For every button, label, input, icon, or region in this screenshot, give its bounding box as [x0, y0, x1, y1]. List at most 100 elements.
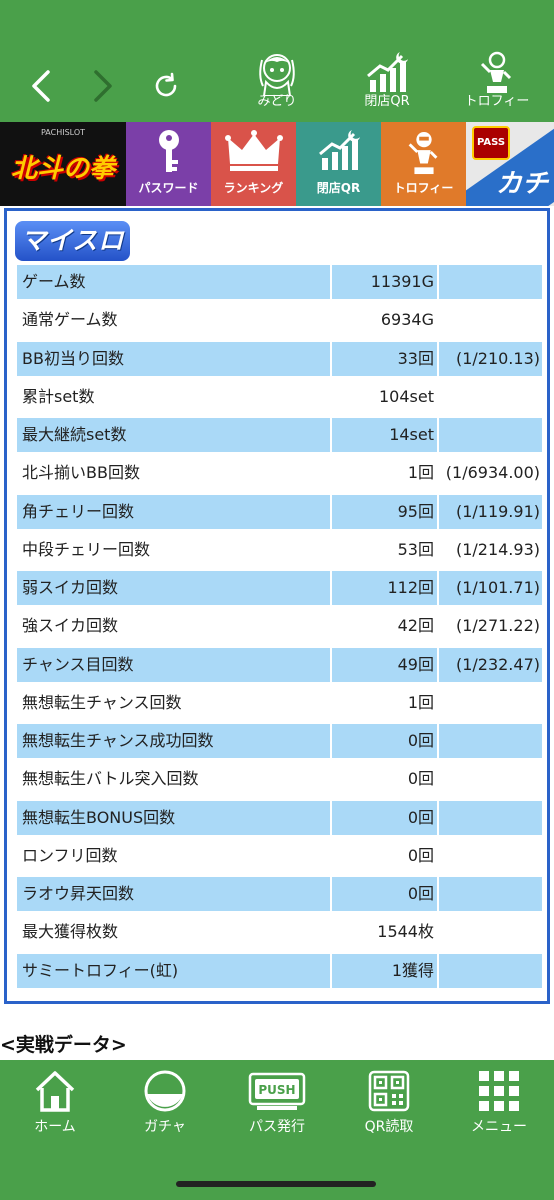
row-label: 無想転生BONUS回数 — [17, 800, 330, 835]
row-value: 104set — [332, 379, 437, 414]
tab-home-label: ホーム — [34, 1119, 76, 1135]
table-row: 累計set数 104set — [17, 379, 543, 414]
row-label: 強スイカ回数 — [17, 609, 330, 644]
hokuto-logo-banner[interactable]: PACHISLOT 北斗の拳 — [0, 122, 126, 206]
row-label: 最大獲得枚数 — [17, 915, 330, 950]
tab-pass-issue-label: パス発行 — [249, 1119, 305, 1135]
push-badge-text: PUSH — [258, 1083, 295, 1097]
top-navigation-bar: みどり 閉店QR トロフィー — [0, 0, 554, 122]
chart-up-icon — [367, 52, 408, 92]
category-ranking[interactable]: ランキング — [211, 122, 296, 206]
row-rate — [439, 800, 542, 835]
table-row: 弱スイカ回数 112回 (1/101.71) — [17, 571, 543, 605]
row-rate — [439, 762, 542, 797]
row-value: 53回 — [332, 532, 437, 567]
closing-qr-button[interactable]: 閉店QR — [342, 50, 432, 120]
row-label: サミートロフィー(虹) — [17, 953, 330, 988]
tab-gacha-label: ガチャ — [144, 1119, 186, 1135]
table-row: 最大継続set数 14set — [17, 418, 543, 452]
row-rate: (1/119.91) — [439, 494, 542, 529]
midori-button[interactable]: みどり — [232, 50, 322, 120]
key-icon — [158, 130, 179, 172]
category-password[interactable]: パスワード — [126, 122, 211, 206]
row-value: 0回 — [332, 800, 437, 835]
midori-icon — [259, 54, 295, 96]
row-rate: (1/232.47) — [439, 647, 542, 682]
midori-label: みどり — [257, 94, 297, 109]
back-arrow-icon[interactable] — [22, 62, 62, 110]
forward-arrow-icon[interactable] — [82, 62, 122, 110]
tab-menu[interactable]: メニュー — [449, 1068, 549, 1138]
table-row: ラオウ昇天回数 0回 — [17, 877, 543, 911]
row-value: 11391G — [332, 265, 437, 299]
closing-qr-label: 閉店QR — [364, 94, 410, 109]
row-value: 0回 — [332, 877, 437, 911]
category-closing-qr-label: 閉店QR — [316, 181, 361, 195]
row-rate — [439, 303, 542, 338]
bottom-tab-bar: ホーム ガチャ PUSH パス発行 QR読取 メニュー — [0, 1060, 554, 1200]
play-data-table: ゲーム数 11391G 通常ゲーム数 6934G BB初当り回数 33回 (1/210.13… — [17, 265, 543, 992]
row-label: 弱スイカ回数 — [17, 571, 330, 605]
row-value: 42回 — [332, 609, 437, 644]
tab-gacha[interactable]: ガチャ — [115, 1068, 215, 1138]
row-label: 中段チェリー回数 — [17, 532, 330, 567]
category-trophy[interactable]: トロフィー — [381, 122, 466, 206]
row-value: 1回 — [332, 685, 437, 720]
reload-icon[interactable] — [146, 62, 186, 110]
row-rate: (1/6934.00) — [439, 456, 542, 491]
trophy-figure-icon — [480, 51, 512, 93]
push-button-icon: PUSH — [248, 1072, 306, 1110]
kachi-text: カチ — [495, 169, 548, 199]
table-row: 無想転生チャンス回数 1回 — [17, 685, 543, 720]
tab-qr-read-label: QR読取 — [364, 1119, 414, 1135]
row-rate — [439, 379, 542, 414]
row-value: 112回 — [332, 571, 437, 605]
table-row: BB初当り回数 33回 (1/210.13) — [17, 341, 543, 376]
row-rate — [439, 418, 542, 452]
row-value: 1544枚 — [332, 915, 437, 950]
category-closing-qr[interactable]: 閉店QR — [296, 122, 381, 206]
table-row: 無想転生バトル突入回数 0回 — [17, 762, 543, 797]
row-label: 最大継続set数 — [17, 418, 330, 452]
row-rate: (1/214.93) — [439, 532, 542, 567]
kachi-pass-banner[interactable]: PASS カチ — [466, 122, 554, 206]
row-rate — [439, 877, 542, 911]
row-label: ゲーム数 — [17, 265, 330, 299]
capsule-icon — [144, 1070, 186, 1112]
crown-icon — [224, 130, 283, 171]
row-label: 通常ゲーム数 — [17, 303, 330, 338]
content-area: マイスロ ゲーム数 11391G 通常ゲーム数 6934G BB初当り回数 33回 (1/2… — [0, 206, 554, 1060]
tab-pass-issue[interactable]: PUSH パス発行 — [227, 1068, 327, 1138]
row-rate — [439, 724, 542, 758]
table-row: 角チェリー回数 95回 (1/119.91) — [17, 494, 543, 529]
row-label: 無想転生バトル突入回数 — [17, 762, 330, 797]
grid-menu-icon — [479, 1071, 519, 1111]
chart-up-icon — [318, 130, 360, 170]
row-rate: (1/101.71) — [439, 571, 542, 605]
row-rate — [439, 838, 542, 873]
tab-menu-label: メニュー — [471, 1119, 527, 1135]
row-value: 0回 — [332, 724, 437, 758]
row-label: 北斗揃いBB回数 — [17, 456, 330, 491]
row-label: 無想転生チャンス回数 — [17, 685, 330, 720]
category-password-label: パスワード — [138, 181, 199, 195]
table-row: 通常ゲーム数 6934G — [17, 303, 543, 338]
tab-home[interactable]: ホーム — [5, 1068, 105, 1138]
table-row: 北斗揃いBB回数 1回 (1/6934.00) — [17, 456, 543, 491]
table-row: 強スイカ回数 42回 (1/271.22) — [17, 609, 543, 644]
tab-qr-read[interactable]: QR読取 — [339, 1068, 439, 1138]
home-icon — [35, 1071, 75, 1112]
table-row: サミートロフィー(虹) 1獲得 — [17, 953, 543, 988]
row-rate — [439, 685, 542, 720]
row-label: 累計set数 — [17, 379, 330, 414]
trophy-figure-icon — [408, 131, 437, 175]
row-rate — [439, 915, 542, 950]
table-row: チャンス目回数 49回 (1/232.47) — [17, 647, 543, 682]
trophy-button[interactable]: トロフィー — [452, 50, 542, 120]
logo-title: 北斗の拳 — [10, 154, 115, 184]
category-trophy-label: トロフィー — [393, 181, 454, 195]
row-rate: (1/271.22) — [439, 609, 542, 644]
row-label: 角チェリー回数 — [17, 494, 330, 529]
row-value: 6934G — [332, 303, 437, 338]
table-row: ロンフリ回数 0回 — [17, 838, 543, 873]
